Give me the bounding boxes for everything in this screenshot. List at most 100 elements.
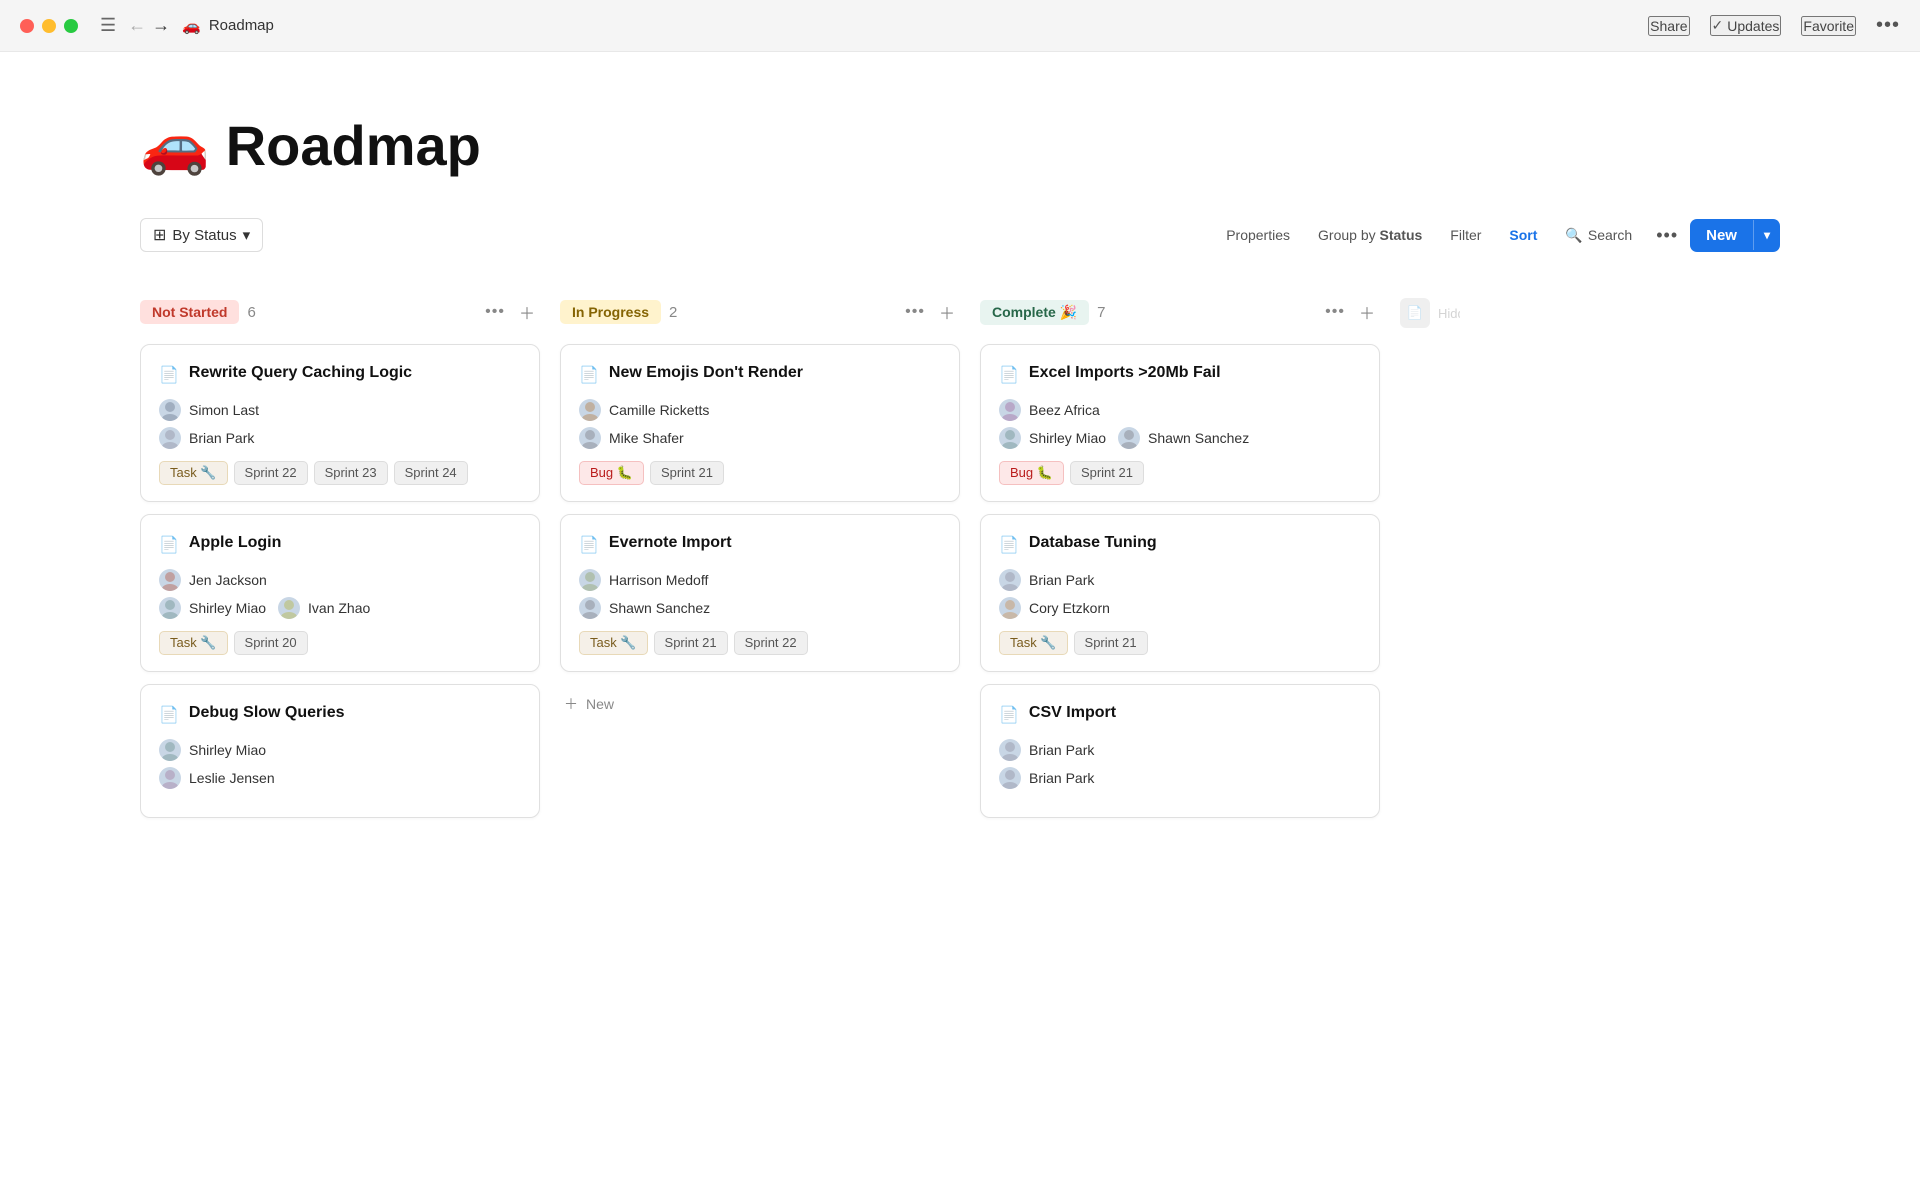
- card-evernote-import[interactable]: 📄 Evernote Import Harrison Medoff: [560, 514, 960, 672]
- card-debug-slow-queries[interactable]: 📄 Debug Slow Queries Shirley Miao: [140, 684, 540, 818]
- person-row: Brian Park: [999, 569, 1361, 591]
- card-database-tuning[interactable]: 📄 Database Tuning Brian Park Cor: [980, 514, 1380, 672]
- card-title-row: 📄 Evernote Import: [579, 533, 941, 555]
- forward-arrow-icon[interactable]: →: [152, 15, 170, 36]
- card-tags: Task 🔧 Sprint 22 Sprint 23 Sprint 24: [159, 461, 521, 485]
- sort-button[interactable]: Sort: [1497, 221, 1549, 249]
- card-title: Database Tuning: [1029, 533, 1157, 554]
- favorite-button[interactable]: Favorite: [1801, 16, 1856, 36]
- search-button[interactable]: 🔍 Search: [1553, 221, 1644, 250]
- doc-icon: 📄: [159, 535, 179, 555]
- avatar: [579, 427, 601, 449]
- avatar: [999, 569, 1021, 591]
- person-name: Shawn Sanchez: [1148, 430, 1249, 446]
- person-row: Beez Africa: [999, 399, 1361, 421]
- filter-button[interactable]: Filter: [1438, 221, 1493, 249]
- avatar: [579, 597, 601, 619]
- updates-button[interactable]: ✓ Updates: [1710, 15, 1782, 36]
- new-button[interactable]: New ▾: [1690, 219, 1780, 252]
- column-header-hidden: 📄 Hidden: [1400, 294, 1460, 332]
- card-tags: Task 🔧 Sprint 21 Sprint 22: [579, 631, 941, 655]
- avatar: [1118, 427, 1140, 449]
- toolbar-more-button[interactable]: •••: [1648, 219, 1686, 252]
- titlebar: ☰ ← → 🚗 Roadmap Share ✓ Updates Favorite…: [0, 0, 1920, 52]
- chevron-down-icon: ▾: [243, 226, 251, 244]
- card-title: Debug Slow Queries: [189, 703, 345, 724]
- back-arrow-icon[interactable]: ←: [128, 15, 146, 36]
- column-header-not-started: Not Started 6 ••• ＋: [140, 294, 540, 330]
- card-csv-import[interactable]: 📄 CSV Import Brian Park Brian Pa: [980, 684, 1380, 818]
- person-row: Shirley Miao: [159, 739, 521, 761]
- person-row: Leslie Jensen: [159, 767, 521, 789]
- tag-sprint: Sprint 21: [650, 461, 724, 485]
- avatar: [999, 399, 1021, 421]
- person-name: Mike Shafer: [609, 430, 684, 446]
- column-add-button-complete[interactable]: ＋: [1355, 298, 1380, 326]
- person-name: Harrison Medoff: [609, 572, 708, 588]
- person-name: Brian Park: [1029, 742, 1094, 758]
- column-more-button-complete[interactable]: •••: [1321, 301, 1349, 323]
- doc-icon: 📄: [579, 535, 599, 555]
- card-rewrite-query[interactable]: 📄 Rewrite Query Caching Logic Simon Last: [140, 344, 540, 502]
- person-row: Shirley Miao Ivan Zhao: [159, 597, 521, 619]
- person-row: Brian Park: [999, 767, 1361, 789]
- column-more-button-not-started[interactable]: •••: [481, 301, 509, 323]
- card-tags: Bug 🐛 Sprint 21: [579, 461, 941, 485]
- doc-icon: 📄: [159, 705, 179, 725]
- hidden-column-partial: 📄 Hidden: [1400, 294, 1460, 830]
- person-name: Brian Park: [1029, 770, 1094, 786]
- person-row: Harrison Medoff: [579, 569, 941, 591]
- tag-task: Task 🔧: [159, 461, 228, 485]
- card-apple-login[interactable]: 📄 Apple Login Jen Jackson Shirle: [140, 514, 540, 672]
- add-card-in-progress-button[interactable]: ＋ New: [560, 684, 960, 724]
- properties-button[interactable]: Properties: [1214, 221, 1302, 249]
- avatar: [159, 427, 181, 449]
- card-excel-imports[interactable]: 📄 Excel Imports >20Mb Fail Beez Africa: [980, 344, 1380, 502]
- page-heading: 🚗 Roadmap: [140, 112, 1780, 178]
- column-add-button-not-started[interactable]: ＋: [515, 298, 540, 326]
- titlebar-emoji: 🚗: [182, 17, 201, 35]
- maximize-button[interactable]: [64, 19, 78, 33]
- page-content: 🚗 Roadmap ⊞ By Status ▾ Properties Group…: [0, 52, 1920, 870]
- card-people: Simon Last Brian Park: [159, 399, 521, 449]
- nav-arrows: ← →: [128, 15, 170, 36]
- tag-sprint: Sprint 20: [234, 631, 308, 655]
- titlebar-more-icon[interactable]: •••: [1876, 14, 1900, 37]
- status-badge-complete: Complete 🎉: [980, 300, 1089, 325]
- by-status-label: By Status: [172, 227, 236, 244]
- share-button[interactable]: Share: [1648, 16, 1689, 36]
- column-header-in-progress: In Progress 2 ••• ＋: [560, 294, 960, 330]
- hidden-column-icon: 📄: [1400, 298, 1430, 328]
- column-add-button-in-progress[interactable]: ＋: [935, 298, 960, 326]
- column-header-actions-not-started: ••• ＋: [481, 298, 540, 326]
- minimize-button[interactable]: [42, 19, 56, 33]
- group-by-button[interactable]: Group by Status: [1306, 221, 1434, 249]
- by-status-button[interactable]: ⊞ By Status ▾: [140, 218, 263, 252]
- column-more-button-in-progress[interactable]: •••: [901, 301, 929, 323]
- column-header-complete: Complete 🎉 7 ••• ＋: [980, 294, 1380, 330]
- column-header-actions-complete: ••• ＋: [1321, 298, 1380, 326]
- person-row: Simon Last: [159, 399, 521, 421]
- avatar: [579, 569, 601, 591]
- avatar: [999, 597, 1021, 619]
- avatar: [159, 399, 181, 421]
- avatar: [999, 767, 1021, 789]
- doc-icon: 📄: [579, 365, 599, 385]
- kanban-board: Not Started 6 ••• ＋ 📄 Rewrite Query Cach…: [140, 294, 1780, 830]
- plus-icon: ＋: [564, 694, 578, 714]
- hamburger-icon[interactable]: ☰: [100, 15, 116, 36]
- by-status-icon: ⊞: [153, 225, 166, 245]
- person-row: Brian Park: [999, 739, 1361, 761]
- close-button[interactable]: [20, 19, 34, 33]
- avatar: [159, 597, 181, 619]
- person-row: Brian Park: [159, 427, 521, 449]
- person-row: Cory Etzkorn: [999, 597, 1361, 619]
- person-name: Beez Africa: [1029, 402, 1100, 418]
- toolbar-right: Properties Group by Status Filter Sort 🔍…: [1214, 219, 1780, 252]
- card-title: Rewrite Query Caching Logic: [189, 363, 412, 384]
- toolbar-left: ⊞ By Status ▾: [140, 218, 263, 252]
- card-tags: Task 🔧 Sprint 20: [159, 631, 521, 655]
- avatar: [159, 569, 181, 591]
- doc-icon: 📄: [999, 705, 1019, 725]
- card-new-emojis[interactable]: 📄 New Emojis Don't Render Camille Ricket…: [560, 344, 960, 502]
